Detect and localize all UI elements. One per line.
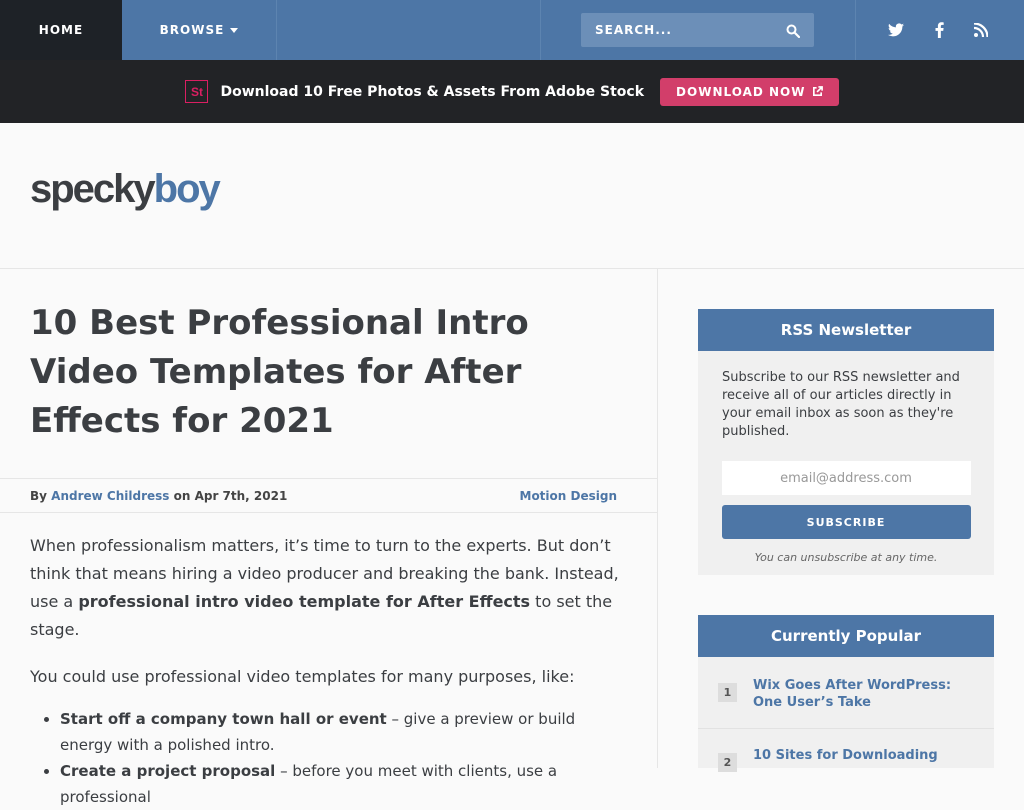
popular-item[interactable]: 1 Wix Goes After WordPress: One User’s T… bbox=[698, 677, 994, 711]
rss-icon[interactable] bbox=[960, 0, 1002, 60]
popular-item[interactable]: 2 10 Sites for Downloading bbox=[698, 747, 994, 772]
list-item: Create a project proposal – before you m… bbox=[30, 758, 630, 810]
paragraph: When professionalism matters, it’s time … bbox=[30, 532, 630, 644]
search-input[interactable] bbox=[595, 23, 786, 37]
nav-home-link[interactable]: HOME bbox=[0, 0, 122, 60]
search-icon[interactable] bbox=[786, 23, 801, 39]
widget-heading: RSS Newsletter bbox=[698, 309, 994, 351]
meta-by: By bbox=[30, 488, 47, 503]
article-date: Apr 7th, 2021 bbox=[194, 488, 288, 503]
divider bbox=[698, 728, 994, 729]
subscribe-button[interactable]: SUBSCRIBE bbox=[721, 505, 971, 539]
list-item-bold: Create a project proposal bbox=[60, 762, 276, 780]
logo-text-boy: boy bbox=[153, 167, 221, 211]
adobe-stock-logo: St bbox=[185, 80, 209, 103]
article-title: 10 Best Professional Intro Video Templat… bbox=[30, 303, 529, 441]
facebook-icon[interactable] bbox=[918, 0, 960, 60]
nav-divider bbox=[540, 0, 541, 60]
popular-item-number: 2 bbox=[718, 753, 737, 772]
unsubscribe-note: You can unsubscribe at any time. bbox=[754, 551, 938, 564]
popular-widget: Currently Popular 1 Wix Goes After WordP… bbox=[698, 615, 994, 772]
top-nav: HOME BROWSE bbox=[0, 0, 1024, 60]
nav-browse-label: BROWSE bbox=[159, 23, 225, 37]
popular-item-link[interactable]: 10 Sites for Downloading bbox=[753, 747, 938, 772]
article: 10 Best Professional Intro Video Templat… bbox=[0, 269, 658, 806]
external-link-icon bbox=[812, 86, 823, 96]
paragraph: You could use professional video templat… bbox=[30, 667, 575, 686]
list-item-bold: Start off a company town hall or event bbox=[60, 710, 387, 728]
email-field[interactable] bbox=[721, 461, 971, 495]
list-item: Start off a company town hall or event –… bbox=[30, 706, 630, 758]
promo-bar: St Download 10 Free Photos & Assets From… bbox=[0, 60, 1024, 123]
logo-text-specky: specky bbox=[30, 167, 156, 211]
download-now-button[interactable]: DOWNLOAD NOW bbox=[660, 77, 839, 106]
article-body: When professionalism matters, it’s time … bbox=[30, 532, 630, 810]
paragraph-bold: professional intro video template for Af… bbox=[78, 592, 531, 611]
nav-browse-menu[interactable]: BROWSE bbox=[122, 0, 277, 60]
download-now-label: DOWNLOAD NOW bbox=[676, 84, 806, 99]
rss-newsletter-widget: RSS Newsletter Subscribe to our RSS news… bbox=[698, 309, 994, 575]
nav-divider bbox=[855, 0, 856, 60]
article-meta: By Andrew Childress on Apr 7th, 2021 Mot… bbox=[0, 478, 657, 513]
bullet-list: Start off a company town hall or event –… bbox=[30, 706, 630, 810]
author-link[interactable]: Andrew Childress bbox=[51, 489, 169, 503]
widget-heading: Currently Popular bbox=[698, 615, 994, 657]
site-logo[interactable]: speckyboy bbox=[30, 167, 221, 212]
meta-on: on bbox=[173, 488, 191, 503]
promo-text: Download 10 Free Photos & Assets From Ad… bbox=[220, 83, 645, 100]
popular-item-number: 1 bbox=[718, 683, 737, 702]
popular-item-link[interactable]: Wix Goes After WordPress: One User’s Tak… bbox=[753, 677, 974, 711]
chevron-down-icon bbox=[230, 27, 239, 33]
search-box bbox=[581, 13, 814, 47]
twitter-icon[interactable] bbox=[875, 0, 917, 60]
site-header: speckyboy bbox=[0, 123, 1024, 269]
category-link[interactable]: Motion Design bbox=[520, 489, 618, 503]
rss-description: Subscribe to our RSS newsletter and rece… bbox=[722, 370, 960, 439]
